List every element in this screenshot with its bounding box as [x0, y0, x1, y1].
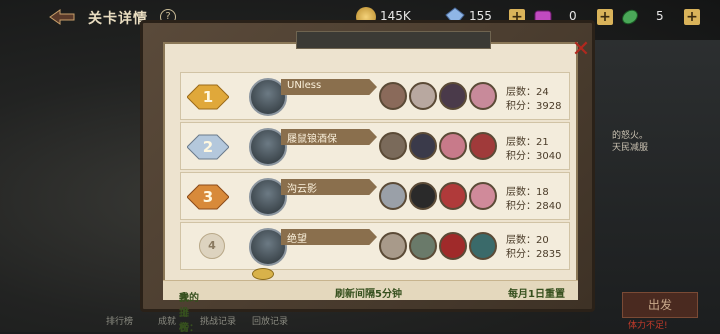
- back-arrow-icon[interactable]: [48, 8, 76, 26]
- character-avatar: [409, 82, 437, 110]
- character-list: [379, 82, 497, 112]
- ranking-row[interactable]: 4 绝望 层数：20 积分：2835: [180, 222, 570, 270]
- character-avatar: [379, 232, 407, 260]
- character-avatar: [469, 132, 497, 160]
- rank-number: 4: [208, 239, 216, 252]
- character-list: [379, 182, 497, 212]
- floors-stat: 层数：18: [506, 187, 549, 198]
- character-list: [379, 132, 497, 162]
- close-button[interactable]: ✕: [570, 39, 592, 62]
- background-right-panel: [590, 40, 720, 332]
- character-avatar: [379, 182, 407, 210]
- character-avatar: [439, 82, 467, 110]
- character-avatar: [409, 182, 437, 210]
- page-title: 关卡详情: [88, 11, 148, 27]
- footer-bar: 我的排名： 未上榜 刷新间隔5分钟 每月1日重置: [163, 280, 578, 334]
- leaf-value: 5: [656, 9, 664, 23]
- character-list: [379, 232, 497, 262]
- stamina-warning: 体力不足!: [628, 321, 668, 331]
- refresh-interval: 刷新间隔5分钟: [335, 289, 402, 300]
- panel-header-ribbon: [296, 31, 491, 49]
- side-description-line2: 天民减服: [612, 143, 649, 153]
- player-name: 屦鼠锒酒保: [287, 134, 337, 145]
- character-avatar: [379, 132, 407, 160]
- tab-replays[interactable]: 回放记录: [252, 314, 288, 327]
- leaf-icon: [622, 9, 638, 25]
- character-avatar: [439, 232, 467, 260]
- add-ticket-button[interactable]: +: [597, 9, 613, 25]
- rank-number: 3: [202, 188, 214, 206]
- character-avatar: [469, 82, 497, 110]
- reset-info: 每月1日重置: [508, 289, 565, 300]
- floors-stat: 层数：24: [506, 87, 549, 98]
- ranking-row[interactable]: 3 沟云影 层数：18 积分：2840: [180, 172, 570, 220]
- player-name: UNless: [287, 80, 322, 91]
- start-button[interactable]: 出发: [622, 292, 698, 318]
- resource-leaf: 5 +: [620, 7, 700, 27]
- score-stat: 积分：2835: [506, 249, 562, 260]
- ranking-row[interactable]: 2 屦鼠锒酒保 层数：21 积分：3040: [180, 122, 570, 170]
- character-avatar: [409, 132, 437, 160]
- score-stat: 积分：3928: [506, 101, 562, 112]
- rank-number: 2: [202, 138, 214, 156]
- character-avatar: [439, 182, 467, 210]
- add-leaf-button[interactable]: +: [684, 9, 700, 25]
- player-name: 沟云影: [287, 184, 317, 195]
- character-avatar: [469, 182, 497, 210]
- tab-ranking[interactable]: 排行榜: [106, 314, 133, 327]
- ranking-row[interactable]: 1 UNless 层数：24 积分：3928: [180, 72, 570, 120]
- score-stat: 积分：3040: [506, 151, 562, 162]
- scroll-hint-icon: [252, 268, 274, 280]
- rank-number: 1: [202, 88, 214, 106]
- tab-challenge-log[interactable]: 挑战记录: [200, 314, 236, 327]
- character-avatar: [409, 232, 437, 260]
- character-avatar: [439, 132, 467, 160]
- character-avatar: [469, 232, 497, 260]
- score-stat: 积分：2840: [506, 201, 562, 212]
- floors-stat: 层数：20: [506, 235, 549, 246]
- character-avatar: [379, 82, 407, 110]
- player-name: 绝望: [287, 234, 307, 245]
- floors-stat: 层数：21: [506, 137, 549, 148]
- tab-achievements[interactable]: 成就: [158, 314, 176, 327]
